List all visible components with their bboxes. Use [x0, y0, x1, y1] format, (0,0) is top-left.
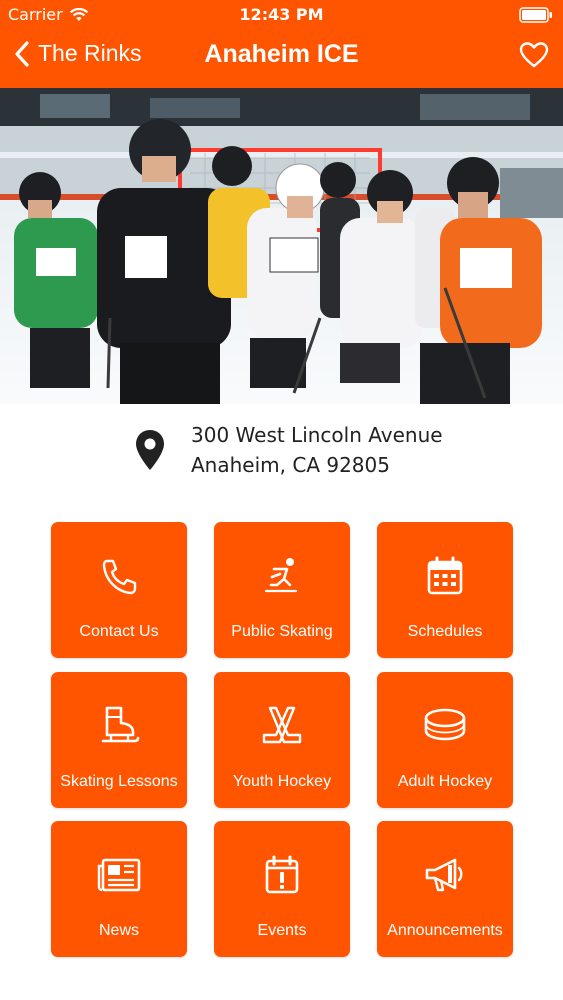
events-tile[interactable]: Events	[214, 821, 350, 957]
megaphone-icon	[377, 854, 513, 896]
back-button-label: The Rinks	[38, 40, 142, 66]
tile-label: Adult Hockey	[397, 773, 493, 790]
public-skating-tile[interactable]: Public Skating	[214, 522, 350, 658]
skate-icon	[51, 705, 187, 747]
address-line-1: 300 West Lincoln Avenue	[191, 423, 443, 447]
address-text: 300 West Lincoln Avenue Anaheim, CA 9280…	[191, 420, 443, 480]
youth-hockey-tile[interactable]: Youth Hockey	[214, 672, 350, 808]
address-line-2: Anaheim, CA 92805	[191, 453, 390, 477]
tile-label: News	[98, 922, 139, 939]
address-block: 300 West Lincoln Avenue Anaheim, CA 9280…	[133, 420, 443, 480]
app-header: Carrier 12:43 PM The Rinks Anaheim ICE	[0, 0, 563, 88]
crossed-sticks-icon	[214, 705, 350, 747]
adult-hockey-tile[interactable]: Adult Hockey	[377, 672, 513, 808]
skating-lessons-tile[interactable]: Skating Lessons	[51, 672, 187, 808]
news-tile[interactable]: News	[51, 821, 187, 957]
tile-label: Contact Us	[79, 623, 159, 640]
back-button[interactable]: The Rinks	[14, 40, 142, 67]
puck-icon	[377, 705, 513, 747]
calendar-icon	[377, 555, 513, 597]
status-time: 12:43 PM	[239, 5, 324, 24]
favorite-button[interactable]	[519, 41, 549, 73]
tile-label: Announcements	[387, 922, 503, 939]
tile-label: Schedules	[407, 623, 483, 640]
schedules-tile[interactable]: Schedules	[377, 522, 513, 658]
tile-label: Skating Lessons	[60, 773, 178, 790]
tile-label: Youth Hockey	[232, 773, 332, 790]
battery-icon	[519, 7, 552, 23]
contact-us-tile[interactable]: Contact Us	[51, 522, 187, 658]
skater-icon	[214, 555, 350, 597]
phone-icon	[51, 555, 187, 597]
status-bar: Carrier 12:43 PM	[0, 0, 563, 30]
location-pin-icon	[136, 430, 164, 470]
tile-label: Events	[257, 922, 307, 939]
tile-label: Public Skating	[231, 623, 333, 640]
event-calendar-icon	[214, 854, 350, 896]
chevron-left-icon	[15, 40, 29, 67]
newspaper-icon	[51, 854, 187, 896]
heart-icon	[519, 42, 549, 68]
announcements-tile[interactable]: Announcements	[377, 821, 513, 957]
rink-photo	[0, 88, 563, 404]
